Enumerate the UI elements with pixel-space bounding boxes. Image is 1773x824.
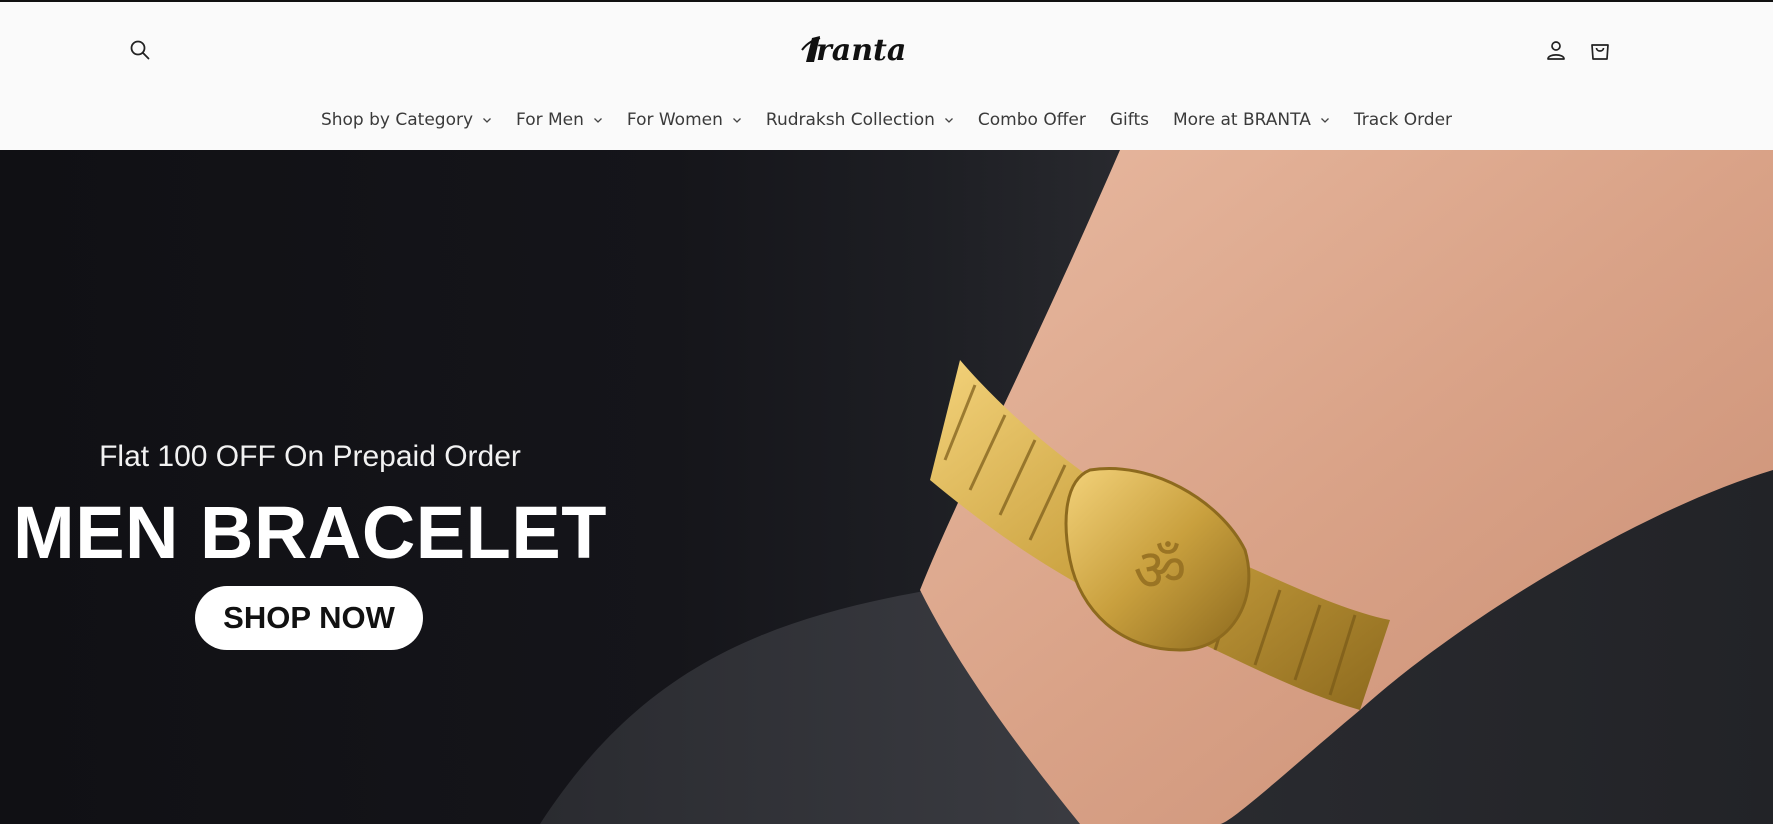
hero-title: MEN BRACELET (13, 491, 607, 574)
nav-item-for-men[interactable]: For Men (504, 98, 615, 142)
nav-item-label: For Men (516, 110, 584, 130)
brand-logo[interactable]: ranta (798, 28, 938, 72)
chevron-down-icon (483, 118, 491, 123)
nav-item-gifts[interactable]: Gifts (1098, 98, 1161, 142)
nav-item-label: More at BRANTA (1172, 110, 1311, 130)
svg-text:ranta: ranta (816, 33, 906, 68)
nav-item-more-at-branta[interactable]: More at BRANTA (1161, 98, 1342, 142)
hero-banner[interactable]: ॐ Flat 100 OFF On Prepaid Order MEN BRAC… (0, 150, 1773, 824)
chevron-down-icon (1320, 118, 1329, 123)
site-header: ranta Shop by Category For Men For Women… (0, 2, 1773, 150)
account-icon[interactable] (1540, 34, 1572, 66)
nav-item-label: Track Order (1353, 110, 1453, 130)
search-icon[interactable] (124, 34, 156, 66)
chevron-down-icon (944, 118, 953, 123)
hero-text-block: Flat 100 OFF On Prepaid Order MEN BRACEL… (0, 150, 620, 824)
cart-icon[interactable] (1584, 34, 1616, 66)
chevron-down-icon (593, 118, 602, 123)
shop-now-button[interactable]: SHOP NOW (195, 586, 423, 650)
nav-item-label: Rudraksh Collection (765, 110, 935, 130)
nav-item-combo-offer[interactable]: Combo Offer (966, 98, 1098, 142)
chevron-down-icon (732, 118, 741, 123)
promo-text: Flat 100 OFF On Prepaid Order (99, 440, 521, 473)
nav-item-label: Shop by Category (320, 110, 474, 130)
nav-item-for-women[interactable]: For Women (615, 98, 754, 142)
nav-item-label: Gifts (1109, 110, 1149, 130)
nav-item-shop-by-category[interactable]: Shop by Category (309, 98, 504, 142)
svg-text:ॐ: ॐ (1134, 536, 1187, 604)
main-navigation: Shop by Category For Men For Women Rudra… (0, 98, 1773, 142)
nav-item-rudraksh-collection[interactable]: Rudraksh Collection (754, 98, 966, 142)
nav-item-label: Combo Offer (977, 110, 1086, 130)
nav-item-label: For Women (626, 110, 723, 130)
nav-item-track-order[interactable]: Track Order (1342, 98, 1464, 142)
